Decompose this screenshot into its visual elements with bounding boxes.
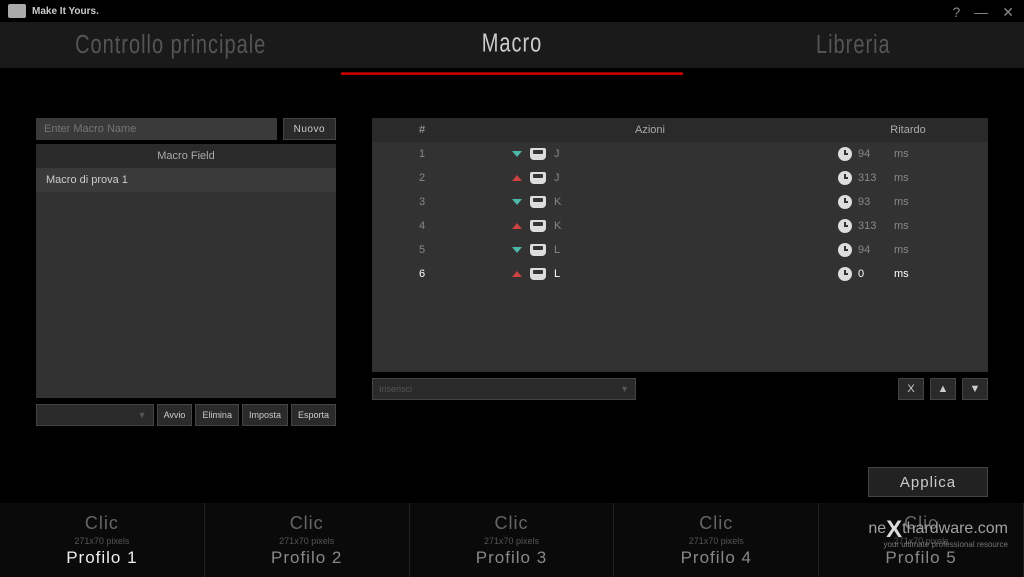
- key-press-icon: [512, 151, 522, 157]
- action-row[interactable]: 5 L 94 ms: [372, 238, 988, 262]
- action-row[interactable]: 4 K 313 ms: [372, 214, 988, 238]
- row-number: 4: [372, 220, 472, 232]
- key-press-icon: [512, 247, 522, 253]
- profile-name: Profilo 4: [681, 548, 752, 568]
- macro-list-panel: Nuovo Macro Field Macro di prova 1 ▼ Avv…: [36, 118, 336, 426]
- profile-name: Profilo 1: [66, 548, 137, 568]
- key-label: J: [554, 148, 560, 160]
- profile-clic-label: Clic: [699, 513, 733, 534]
- apply-button[interactable]: Applica: [868, 467, 988, 497]
- delay-value: 313: [858, 220, 888, 232]
- profile-name: Profilo 5: [885, 548, 956, 568]
- profile-dimensions: 271x70 pixels: [894, 536, 949, 546]
- profile-slot[interactable]: Clic 271x70 pixels Profilo 2: [205, 503, 410, 577]
- key-release-icon: [512, 223, 522, 229]
- profile-name: Profilo 3: [476, 548, 547, 568]
- row-number: 6: [372, 268, 472, 280]
- clock-icon: [838, 243, 852, 257]
- clock-icon: [838, 195, 852, 209]
- new-macro-button[interactable]: Nuovo: [283, 118, 336, 140]
- insert-dropdown[interactable]: Inserisci ▼: [372, 378, 636, 400]
- profile-dimensions: 271x70 pixels: [689, 536, 744, 546]
- delay-value: 94: [858, 148, 888, 160]
- profile-clic-label: Clic: [494, 513, 528, 534]
- set-button[interactable]: Imposta: [242, 404, 288, 426]
- profile-clic-label: Clic: [904, 513, 938, 534]
- chevron-down-icon: ▼: [138, 410, 147, 420]
- tab-library[interactable]: Libreria: [683, 15, 1024, 75]
- profile-slot[interactable]: Clic 271x70 pixels Profilo 4: [614, 503, 819, 577]
- tab-main-control[interactable]: Controllo principale: [0, 15, 341, 75]
- delay-unit: ms: [894, 196, 909, 208]
- clock-icon: [838, 171, 852, 185]
- delay-value: 313: [858, 172, 888, 184]
- tab-macro[interactable]: Macro: [341, 15, 682, 75]
- col-header-num: #: [372, 124, 472, 136]
- key-label: K: [554, 220, 561, 232]
- profile-dimensions: 271x70 pixels: [484, 536, 539, 546]
- profile-name: Profilo 2: [271, 548, 342, 568]
- action-row[interactable]: 2 J 313 ms: [372, 166, 988, 190]
- macro-field-header: Macro Field: [36, 144, 336, 168]
- delay-unit: ms: [894, 220, 909, 232]
- keycap-icon: [530, 148, 546, 160]
- delay-unit: ms: [894, 268, 909, 280]
- action-panel: # Azioni Ritardo 1 J 94 ms 2 J 313 ms 3 K 93 ms 4 K 31…: [372, 118, 988, 426]
- action-list: 1 J 94 ms 2 J 313 ms 3 K 93 ms 4 K 313 ms 5 L 94 ms 6 L 0 ms: [372, 142, 988, 372]
- profile-slot[interactable]: Clic 271x70 pixels Profilo 1: [0, 503, 205, 577]
- delete-button[interactable]: Elimina: [195, 404, 239, 426]
- delay-unit: ms: [894, 244, 909, 256]
- row-number: 2: [372, 172, 472, 184]
- col-header-delay: Ritardo: [828, 124, 988, 136]
- main-tabs: Controllo principale Macro Libreria: [0, 22, 1024, 68]
- key-release-icon: [512, 175, 522, 181]
- action-row[interactable]: 3 K 93 ms: [372, 190, 988, 214]
- action-row[interactable]: 6 L 0 ms: [372, 262, 988, 286]
- dropdown-label: Inserisci: [379, 384, 412, 394]
- keycap-icon: [530, 268, 546, 280]
- clock-icon: [838, 147, 852, 161]
- key-label: L: [554, 244, 560, 256]
- keycap-icon: [530, 220, 546, 232]
- move-down-button[interactable]: ▼: [962, 378, 988, 400]
- profile-bar: Clic 271x70 pixels Profilo 1 Clic 271x70 pix…: [0, 503, 1024, 577]
- key-label: K: [554, 196, 561, 208]
- profile-clic-label: Clic: [290, 513, 324, 534]
- profile-slot[interactable]: Clic 271x70 pixels Profilo 5: [819, 503, 1024, 577]
- profile-clic-label: Clic: [85, 513, 119, 534]
- profile-dimensions: 271x70 pixels: [279, 536, 334, 546]
- profile-dimensions: 271x70 pixels: [74, 536, 129, 546]
- delete-action-button[interactable]: X: [898, 378, 924, 400]
- action-row[interactable]: 1 J 94 ms: [372, 142, 988, 166]
- key-label: J: [554, 172, 560, 184]
- delay-value: 94: [858, 244, 888, 256]
- keycap-icon: [530, 196, 546, 208]
- start-button[interactable]: Avvio: [157, 404, 193, 426]
- key-release-icon: [512, 271, 522, 277]
- macro-list-item[interactable]: Macro di prova 1: [36, 168, 336, 192]
- delay-unit: ms: [894, 172, 909, 184]
- keycap-icon: [530, 244, 546, 256]
- delay-unit: ms: [894, 148, 909, 160]
- chevron-down-icon: ▼: [620, 384, 629, 394]
- macro-name-input[interactable]: [36, 118, 277, 140]
- clock-icon: [838, 267, 852, 281]
- export-button[interactable]: Esporta: [291, 404, 336, 426]
- row-number: 5: [372, 244, 472, 256]
- profile-slot[interactable]: Clic 271x70 pixels Profilo 3: [410, 503, 615, 577]
- delay-value: 0: [858, 268, 888, 280]
- row-number: 3: [372, 196, 472, 208]
- macro-list: Macro di prova 1: [36, 168, 336, 398]
- key-press-icon: [512, 199, 522, 205]
- row-number: 1: [372, 148, 472, 160]
- delay-value: 93: [858, 196, 888, 208]
- record-mode-dropdown[interactable]: ▼: [36, 404, 154, 426]
- key-label: L: [554, 268, 560, 280]
- clock-icon: [838, 219, 852, 233]
- col-header-action: Azioni: [472, 124, 828, 136]
- move-up-button[interactable]: ▲: [930, 378, 956, 400]
- keycap-icon: [530, 172, 546, 184]
